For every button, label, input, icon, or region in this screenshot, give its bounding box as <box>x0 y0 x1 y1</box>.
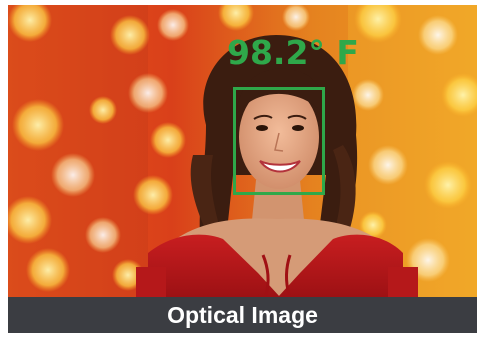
caption-bar: Optical Image <box>8 297 477 333</box>
optical-image-panel: 98.2° F Optical Image <box>8 5 477 333</box>
face-detection-box <box>233 87 325 195</box>
caption-label: Optical Image <box>167 301 318 328</box>
camera-view: 98.2° F <box>8 5 477 297</box>
temperature-readout: 98.2° F <box>227 33 359 72</box>
